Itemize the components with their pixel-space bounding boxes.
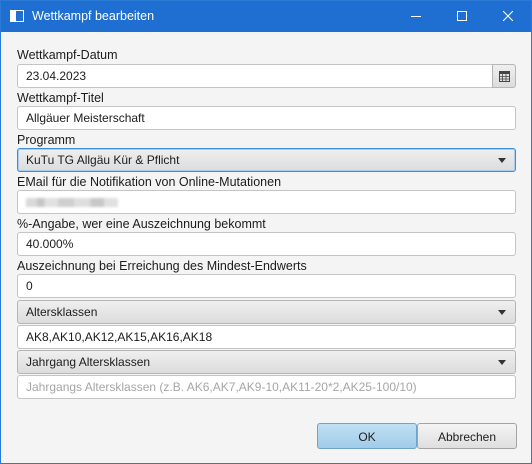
date-label: Wettkampf-Datum: [17, 48, 118, 62]
title-input[interactable]: Allgäuer Meisterschaft: [17, 106, 516, 130]
year-classes-select-value: Jahrgang Altersklassen: [26, 355, 151, 369]
close-button[interactable]: [485, 1, 531, 32]
date-picker-button[interactable]: [492, 64, 516, 88]
cancel-button[interactable]: Abbrechen: [417, 423, 517, 449]
program-select[interactable]: KuTu TG Allgäu Kür & Pflicht: [17, 148, 516, 172]
age-classes-select-value: Altersklassen: [26, 305, 98, 319]
maximize-button[interactable]: [439, 1, 485, 32]
maximize-icon: [457, 11, 467, 21]
chevron-down-icon: [498, 310, 506, 315]
award-min-input[interactable]: 0: [17, 274, 516, 298]
email-label: EMail für die Notifikation von Online-Mu…: [17, 175, 282, 189]
program-label: Programm: [17, 133, 76, 147]
window-title: Wettkampf bearbeiten: [32, 9, 155, 23]
minimize-icon: [411, 16, 421, 17]
award-min-label: Auszeichnung bei Erreichung des Mindest-…: [17, 259, 307, 273]
percent-label: %-Angabe, wer eine Auszeichnung bekommt: [17, 217, 266, 231]
app-icon: [10, 10, 24, 22]
calendar-icon: [499, 71, 510, 82]
minimize-button[interactable]: [393, 1, 439, 32]
percent-input[interactable]: 40.000%: [17, 232, 516, 256]
age-classes-select[interactable]: Altersklassen: [17, 300, 516, 324]
year-classes-input[interactable]: Jahrgangs Altersklassen (z.B. AK6,AK7,AK…: [17, 375, 516, 399]
email-redacted-value: [26, 198, 118, 207]
chevron-down-icon: [498, 360, 506, 365]
year-classes-select[interactable]: Jahrgang Altersklassen: [17, 350, 516, 374]
age-classes-input[interactable]: AK8,AK10,AK12,AK15,AK16,AK18: [17, 325, 516, 349]
ok-button[interactable]: OK: [317, 423, 417, 449]
close-icon: [503, 11, 513, 21]
dialog-window: Wettkampf bearbeiten Wettkampf-Datum 23.…: [0, 0, 532, 464]
chevron-down-icon: [498, 158, 506, 163]
date-input[interactable]: 23.04.2023: [17, 64, 492, 88]
email-input[interactable]: [17, 190, 516, 214]
title-label: Wettkampf-Titel: [17, 91, 104, 105]
title-bar: Wettkampf bearbeiten: [1, 1, 531, 32]
program-select-value: KuTu TG Allgäu Kür & Pflicht: [26, 153, 180, 167]
